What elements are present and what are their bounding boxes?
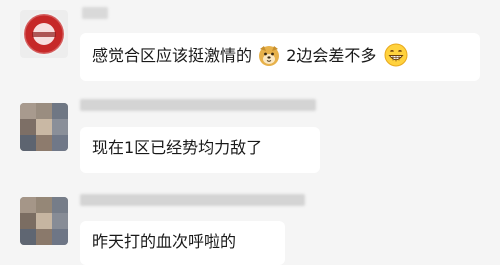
avatar-image [20, 103, 68, 151]
message-text: 2边会差不多 [286, 46, 377, 65]
avatar[interactable] [20, 103, 68, 151]
avatar-image [20, 197, 68, 245]
sender-name [80, 99, 320, 111]
doge-emoji-icon [259, 46, 280, 66]
message-bubble[interactable]: 昨天打的血次呼啦的 [80, 221, 285, 265]
sender-name [82, 7, 110, 19]
avatar[interactable] [20, 197, 68, 245]
message-text: 感觉合区应该挺激情的 [92, 46, 253, 65]
message-text: 现在1区已经势均力敌了 [92, 138, 263, 157]
message-bubble[interactable]: 感觉合区应该挺激情的 2边会差不多 [80, 33, 480, 81]
avatar[interactable] [20, 10, 68, 58]
message-text: 昨天打的血次呼啦的 [92, 232, 237, 251]
grin-emoji-icon [384, 43, 408, 67]
message-bubble[interactable]: 现在1区已经势均力敌了 [80, 127, 320, 173]
sender-name [80, 194, 310, 206]
avatar-image [20, 10, 68, 58]
